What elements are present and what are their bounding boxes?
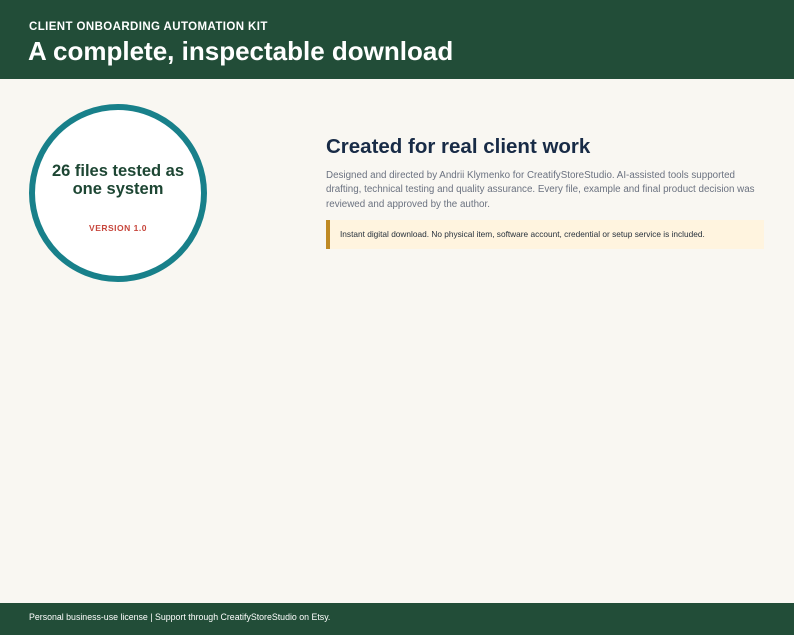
- header-banner: CLIENT ONBOARDING AUTOMATION KIT A compl…: [0, 0, 794, 79]
- download-notice: Instant digital download. No physical it…: [326, 220, 764, 249]
- page: CLIENT ONBOARDING AUTOMATION KIT A compl…: [0, 0, 794, 635]
- section-title: Created for real client work: [326, 135, 591, 158]
- section-description: Designed and directed by Andrii Klymenko…: [326, 170, 755, 210]
- page-title: A complete, inspectable download: [28, 36, 454, 66]
- footer-bar: Personal business-use license | Support …: [0, 603, 794, 635]
- main-content: Created for real client work Designed an…: [326, 134, 764, 212]
- product-kicker: CLIENT ONBOARDING AUTOMATION KIT: [29, 21, 268, 33]
- badge-summary: 26 files tested as one system: [51, 162, 185, 198]
- footer-text: Personal business-use license | Support …: [29, 612, 331, 622]
- version-label: VERSION 1.0: [89, 223, 147, 233]
- file-count-badge: 26 files tested as one system VERSION 1.…: [29, 104, 207, 282]
